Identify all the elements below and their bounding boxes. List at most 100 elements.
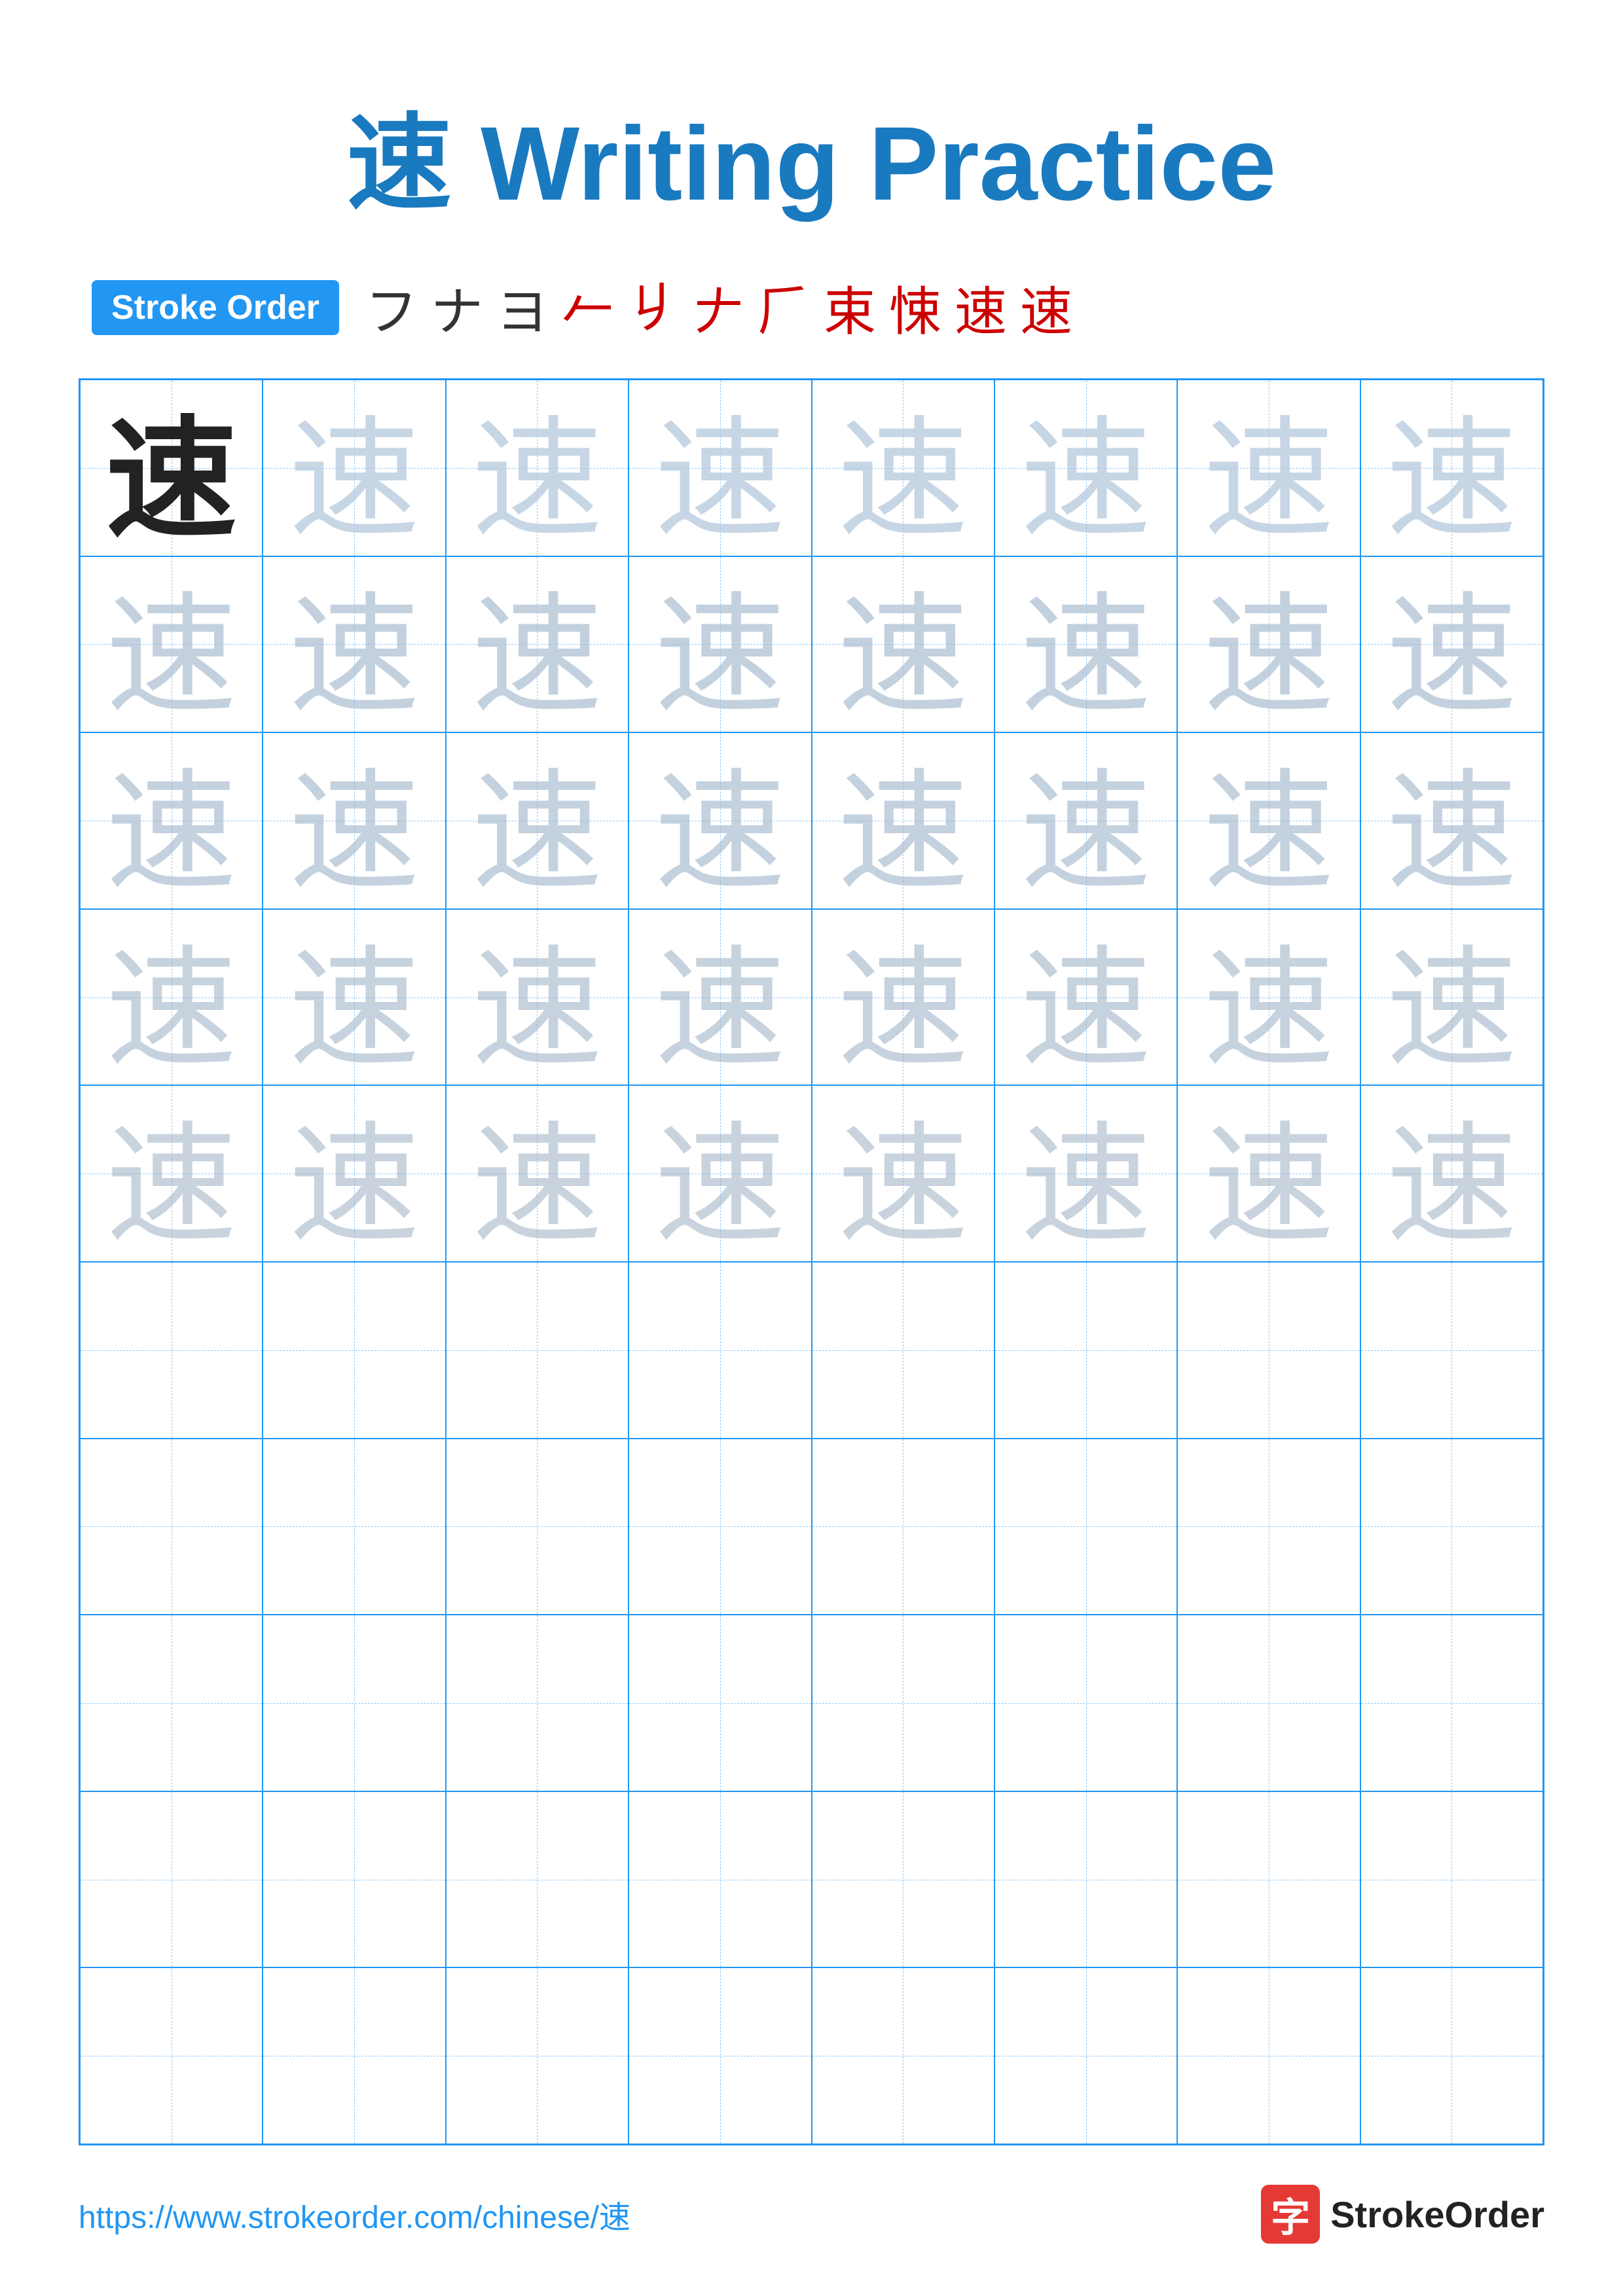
grid-cell-r7c5[interactable] — [812, 1439, 994, 1615]
grid-cell-r3c1[interactable]: 速 — [80, 732, 263, 909]
grid-cell-r10c3[interactable] — [446, 1967, 629, 2144]
grid-cell-r4c4[interactable]: 速 — [629, 909, 811, 1086]
grid-cell-r7c3[interactable] — [446, 1439, 629, 1615]
grid-cell-r8c4[interactable] — [629, 1615, 811, 1791]
grid-cell-r3c4[interactable]: 速 — [629, 732, 811, 909]
grid-cell-r8c3[interactable] — [446, 1615, 629, 1791]
grid-cell-r6c8[interactable] — [1360, 1262, 1543, 1439]
grid-cell-r9c5[interactable] — [812, 1791, 994, 1968]
grid-cell-r7c8[interactable] — [1360, 1439, 1543, 1615]
grid-cell-r5c1[interactable]: 速 — [80, 1085, 263, 1262]
grid-cell-r3c5[interactable]: 速 — [812, 732, 994, 909]
grid-cell-r1c8[interactable]: 速 — [1360, 380, 1543, 556]
grid-cell-r5c5[interactable]: 速 — [812, 1085, 994, 1262]
grid-cell-r2c5[interactable]: 速 — [812, 556, 994, 733]
grid-cell-r10c4[interactable] — [629, 1967, 811, 2144]
grid-cell-r9c6[interactable] — [994, 1791, 1177, 1968]
char-r5c3: 速 — [471, 1085, 602, 1262]
grid-cell-r6c1[interactable] — [80, 1262, 263, 1439]
grid-cell-r4c2[interactable]: 速 — [263, 909, 445, 1086]
grid-cell-r6c3[interactable] — [446, 1262, 629, 1439]
title-text: Writing Practice — [452, 105, 1277, 222]
char-r1c5: 速 — [837, 380, 968, 556]
grid-cell-r5c3[interactable]: 速 — [446, 1085, 629, 1262]
grid-cell-r6c6[interactable] — [994, 1262, 1177, 1439]
char-r3c7: 速 — [1203, 732, 1334, 909]
grid-cell-r5c2[interactable]: 速 — [263, 1085, 445, 1262]
grid-cell-r7c6[interactable] — [994, 1439, 1177, 1615]
grid-cell-r6c4[interactable] — [629, 1262, 811, 1439]
stroke-7: 𠂆 — [758, 270, 811, 346]
grid-cell-r1c4[interactable]: 速 — [629, 380, 811, 556]
grid-cell-r8c1[interactable] — [80, 1615, 263, 1791]
grid-cell-r2c7[interactable]: 速 — [1177, 556, 1360, 733]
char-r5c8: 速 — [1386, 1085, 1517, 1262]
grid-cell-r1c6[interactable]: 速 — [994, 380, 1177, 556]
grid-cell-r9c7[interactable] — [1177, 1791, 1360, 1968]
char-r3c3: 速 — [471, 732, 602, 909]
stroke-11: 速 — [1020, 270, 1072, 346]
char-r4c4: 速 — [655, 909, 786, 1086]
grid-cell-r4c8[interactable]: 速 — [1360, 909, 1543, 1086]
grid-cell-r9c1[interactable] — [80, 1791, 263, 1968]
grid-cell-r7c1[interactable] — [80, 1439, 263, 1615]
grid-cell-r6c7[interactable] — [1177, 1262, 1360, 1439]
grid-cell-r6c5[interactable] — [812, 1262, 994, 1439]
char-r1c2: 速 — [289, 380, 420, 556]
grid-cell-r4c3[interactable]: 速 — [446, 909, 629, 1086]
grid-cell-r7c7[interactable] — [1177, 1439, 1360, 1615]
grid-cell-r2c3[interactable]: 速 — [446, 556, 629, 733]
char-r4c5: 速 — [837, 909, 968, 1086]
grid-cell-r10c6[interactable] — [994, 1967, 1177, 2144]
grid-cell-r8c6[interactable] — [994, 1615, 1177, 1791]
grid-cell-r3c3[interactable]: 速 — [446, 732, 629, 909]
grid-cell-r7c2[interactable] — [263, 1439, 445, 1615]
grid-cell-r3c6[interactable]: 速 — [994, 732, 1177, 909]
grid-cell-r8c5[interactable] — [812, 1615, 994, 1791]
char-r3c2: 速 — [289, 732, 420, 909]
grid-cell-r1c5[interactable]: 速 — [812, 380, 994, 556]
grid-cell-r10c8[interactable] — [1360, 1967, 1543, 2144]
footer: https://www.strokeorder.com/chinese/速 字 … — [79, 2185, 1544, 2244]
stroke-4: 𠂉 — [562, 270, 614, 346]
page-title: 速 Writing Practice — [347, 105, 1277, 222]
grid-cell-r1c3[interactable]: 速 — [446, 380, 629, 556]
grid-cell-r5c7[interactable]: 速 — [1177, 1085, 1360, 1262]
char-r1c7: 速 — [1203, 380, 1334, 556]
grid-cell-r2c2[interactable]: 速 — [263, 556, 445, 733]
grid-cell-r10c7[interactable] — [1177, 1967, 1360, 2144]
grid-cell-r5c6[interactable]: 速 — [994, 1085, 1177, 1262]
grid-cell-r9c4[interactable] — [629, 1791, 811, 1968]
grid-cell-r8c8[interactable] — [1360, 1615, 1543, 1791]
grid-cell-r10c2[interactable] — [263, 1967, 445, 2144]
grid-cell-r4c5[interactable]: 速 — [812, 909, 994, 1086]
grid-cell-r5c8[interactable]: 速 — [1360, 1085, 1543, 1262]
grid-cell-r1c2[interactable]: 速 — [263, 380, 445, 556]
grid-cell-r3c7[interactable]: 速 — [1177, 732, 1360, 909]
grid-cell-r6c2[interactable] — [263, 1262, 445, 1439]
footer-url[interactable]: https://www.strokeorder.com/chinese/速 — [79, 2191, 630, 2237]
grid-cell-r5c4[interactable]: 速 — [629, 1085, 811, 1262]
grid-cell-r9c2[interactable] — [263, 1791, 445, 1968]
char-r2c2: 速 — [289, 556, 420, 733]
grid-cell-r8c7[interactable] — [1177, 1615, 1360, 1791]
grid-cell-r8c2[interactable] — [263, 1615, 445, 1791]
grid-cell-r4c6[interactable]: 速 — [994, 909, 1177, 1086]
char-r2c5: 速 — [837, 556, 968, 733]
grid-cell-r2c6[interactable]: 速 — [994, 556, 1177, 733]
grid-cell-r4c7[interactable]: 速 — [1177, 909, 1360, 1086]
grid-cell-r9c8[interactable] — [1360, 1791, 1543, 1968]
grid-cell-r2c8[interactable]: 速 — [1360, 556, 1543, 733]
grid-cell-r10c5[interactable] — [812, 1967, 994, 2144]
grid-cell-r2c1[interactable]: 速 — [80, 556, 263, 733]
grid-cell-r4c1[interactable]: 速 — [80, 909, 263, 1086]
char-r3c6: 速 — [1021, 732, 1152, 909]
grid-cell-r3c8[interactable]: 速 — [1360, 732, 1543, 909]
grid-cell-r10c1[interactable] — [80, 1967, 263, 2144]
grid-cell-r7c4[interactable] — [629, 1439, 811, 1615]
grid-cell-r9c3[interactable] — [446, 1791, 629, 1968]
grid-cell-r3c2[interactable]: 速 — [263, 732, 445, 909]
grid-cell-r1c7[interactable]: 速 — [1177, 380, 1360, 556]
grid-cell-r2c4[interactable]: 速 — [629, 556, 811, 733]
grid-cell-r1c1[interactable]: 速 — [80, 380, 263, 556]
